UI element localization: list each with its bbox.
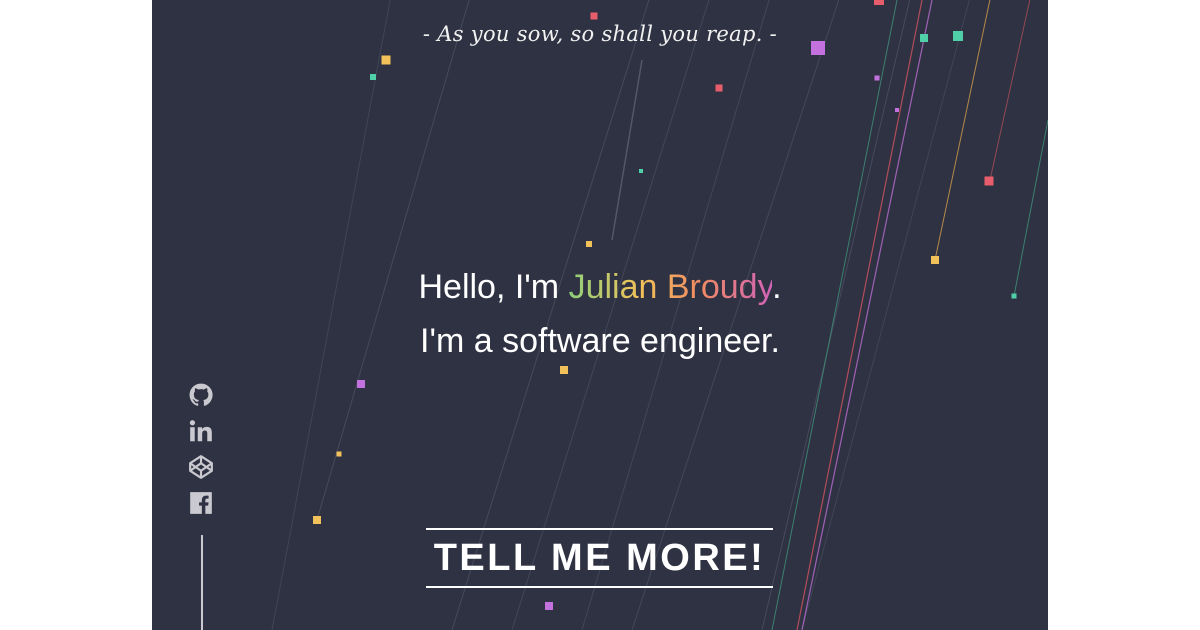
particle-square [895,108,899,112]
particle-square [715,84,723,92]
particle-square [336,451,342,457]
particle-trail [611,59,643,241]
particle-square [313,516,321,524]
greeting-line: Hello, I'm Julian Broudy. [152,260,1048,314]
particle-square [639,169,643,173]
greeting-prefix: Hello, I'm [418,268,569,306]
facebook-icon [190,492,212,514]
particle-square [370,74,376,80]
author-name: Julian Broudy [568,268,773,306]
codepen-icon [189,455,213,479]
particle-square [357,380,365,388]
social-divider-line [201,535,203,630]
particle-square [874,0,884,5]
headline: Hello, I'm Julian Broudy. I'm a software… [152,260,1048,368]
github-link[interactable] [188,382,214,408]
hero-section: - As you sow, so shall you reap. - Hello… [152,0,1048,630]
greeting-suffix: . [772,268,782,306]
particle-square [874,75,880,81]
particle-square [381,55,391,65]
facebook-link[interactable] [188,490,214,516]
github-icon [189,383,213,406]
tagline: I'm a software engineer. [420,322,780,360]
codepen-link[interactable] [188,454,214,480]
tell-me-more-button[interactable]: TELL ME MORE! [426,528,773,588]
particle-square [590,12,598,20]
particle-square [586,241,592,247]
social-links [188,382,216,526]
linkedin-icon [189,420,212,442]
particle-square [545,602,553,610]
particle-square [984,176,994,186]
linkedin-link[interactable] [188,418,214,444]
quote-text: - As you sow, so shall you reap. - [422,22,778,46]
